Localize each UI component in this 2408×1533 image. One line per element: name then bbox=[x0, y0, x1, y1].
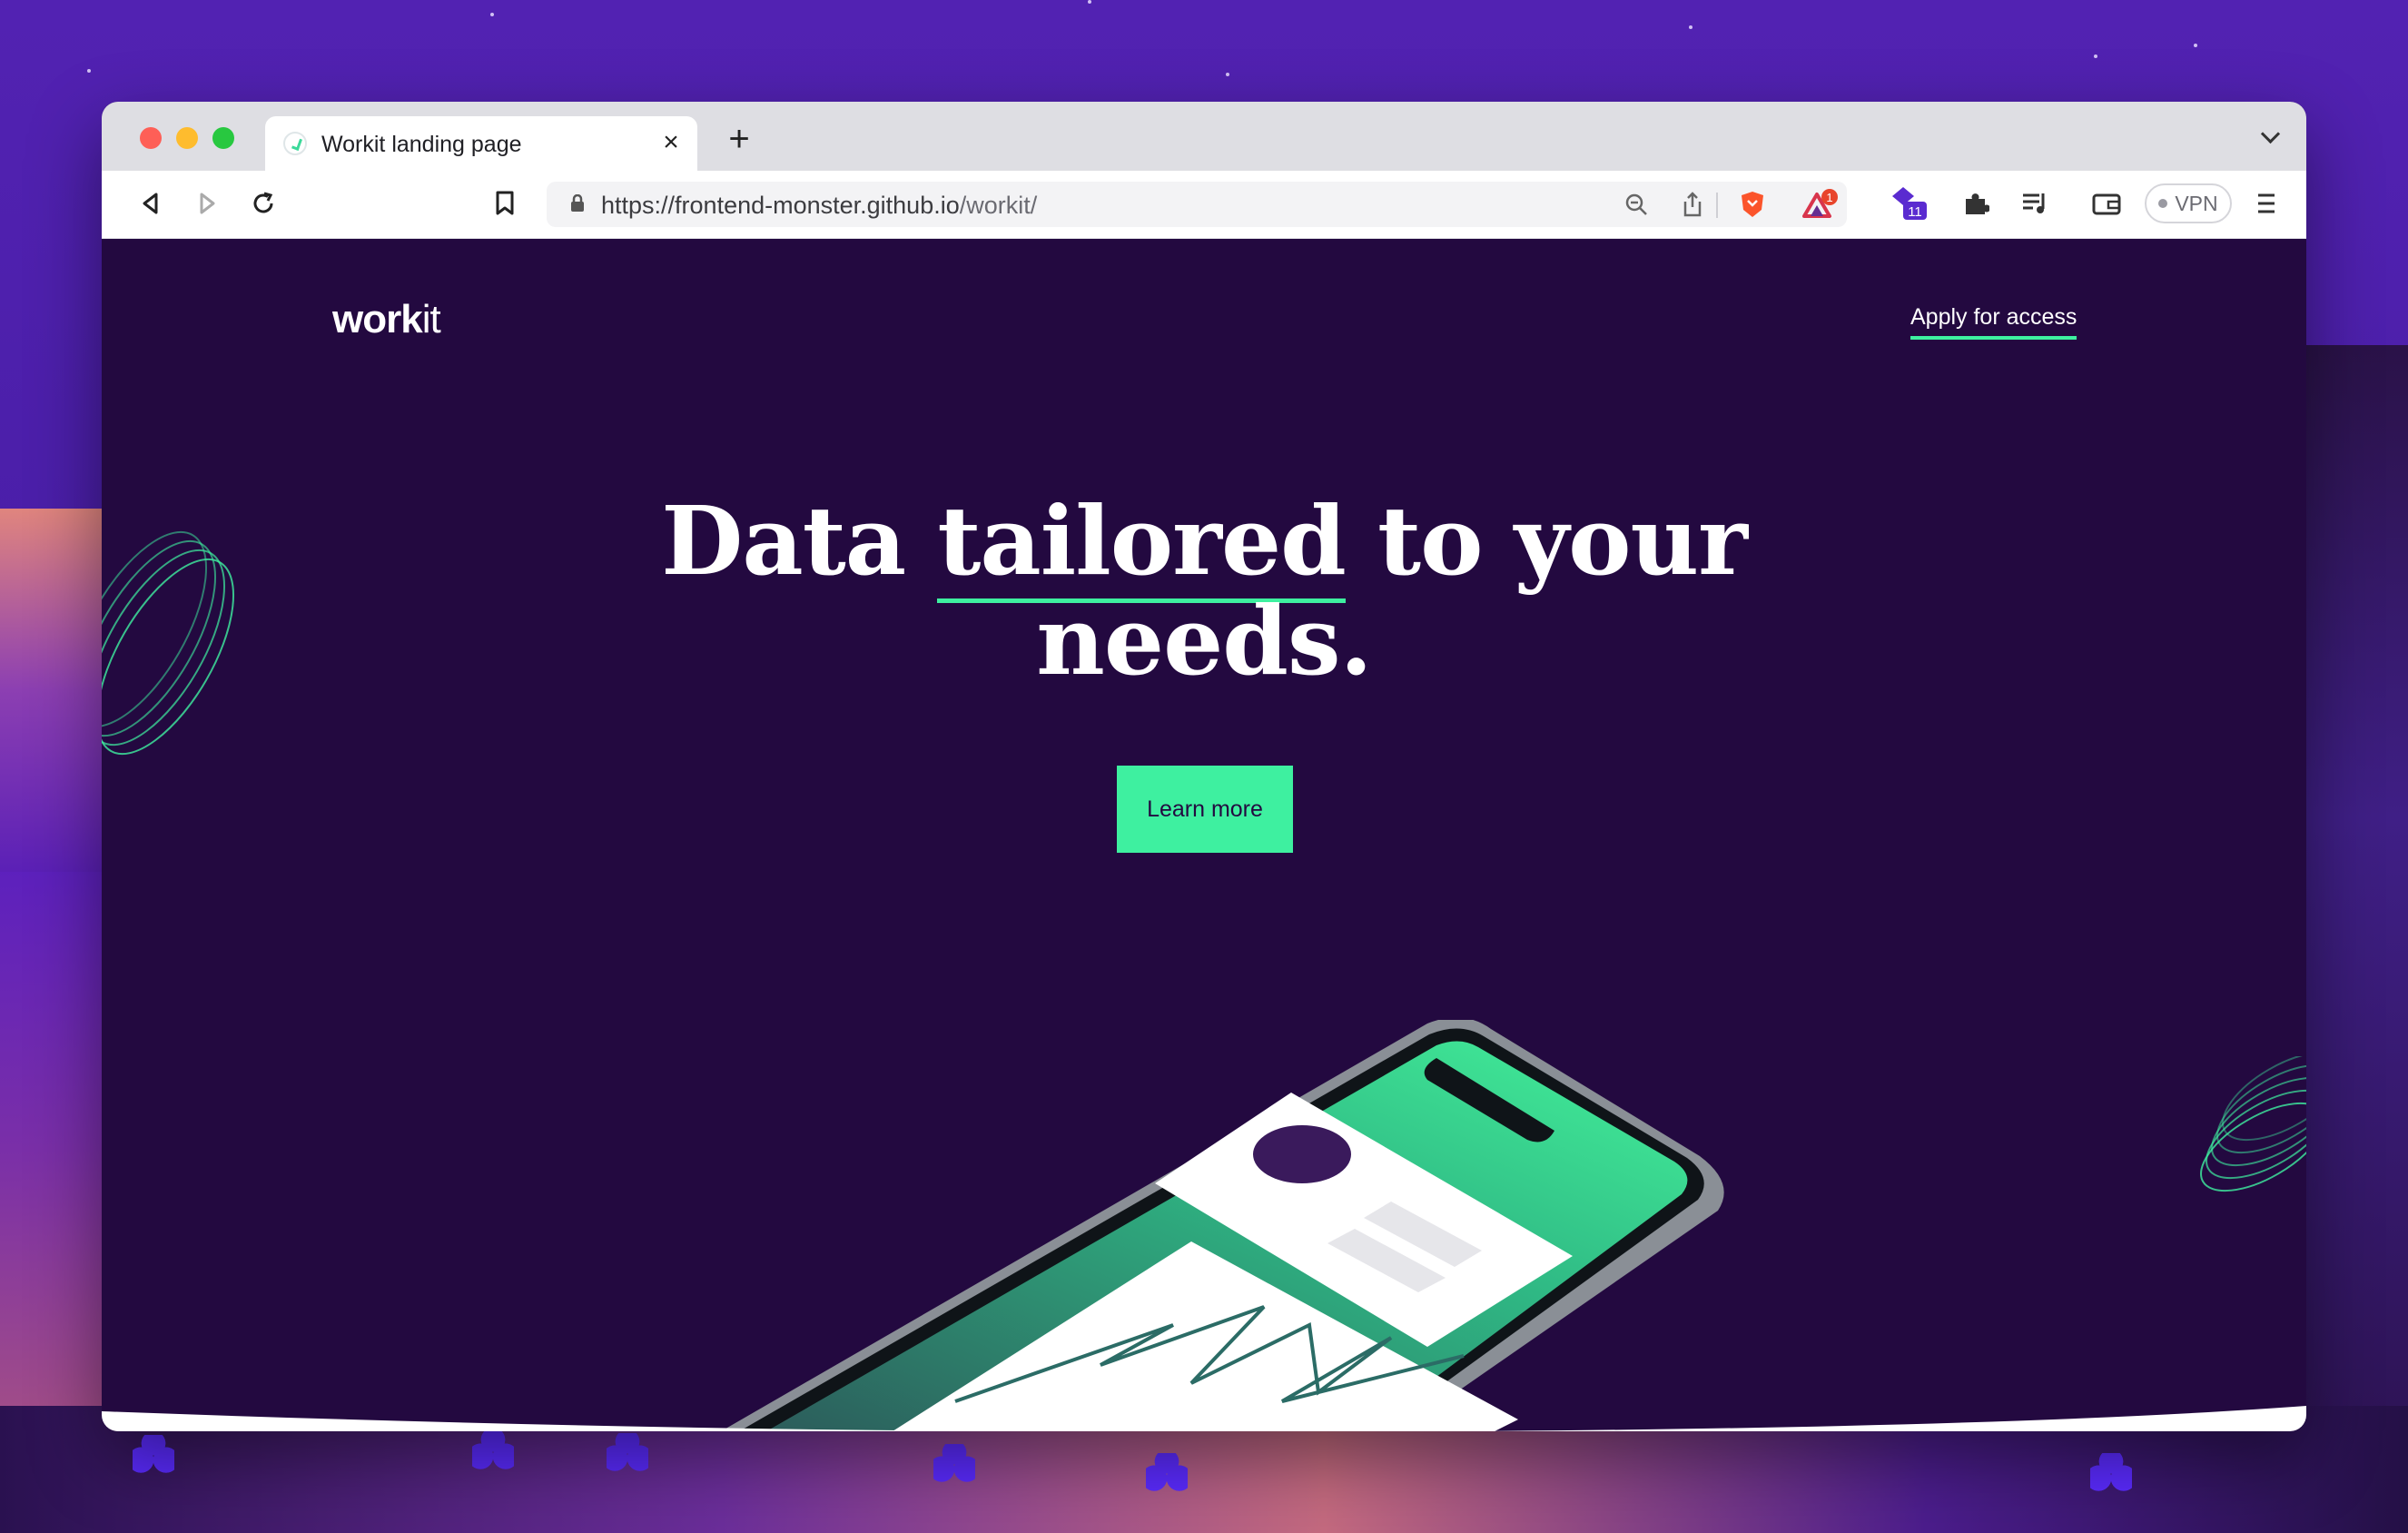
share-button[interactable] bbox=[1678, 190, 1707, 219]
vpn-status-icon bbox=[2158, 199, 2168, 208]
rewards-badge: 1 bbox=[1826, 191, 1832, 204]
wallpaper-flower bbox=[472, 1431, 514, 1473]
headline-line-1: Data tailored to your bbox=[102, 485, 2306, 603]
browser-toolbar: https://frontend-monster.github.io/worki… bbox=[102, 171, 2306, 239]
page-bottom-curve bbox=[102, 1406, 2306, 1431]
puzzle-icon bbox=[1966, 193, 1989, 214]
tab-title: Workit landing page bbox=[321, 132, 522, 157]
vpn-button[interactable]: VPN bbox=[2145, 183, 2232, 223]
menu-icon bbox=[2258, 193, 2275, 213]
zoom-out-icon bbox=[1625, 193, 1647, 215]
brave-shields-button[interactable] bbox=[1738, 190, 1767, 219]
phone-illustration bbox=[721, 1020, 1724, 1431]
brave-rewards-button[interactable]: 1 bbox=[1800, 189, 1840, 219]
wallpaper-flower bbox=[133, 1435, 174, 1477]
learn-more-button[interactable]: Learn more bbox=[1117, 766, 1293, 853]
extensions-button[interactable] bbox=[1958, 185, 1994, 222]
wallpaper-star bbox=[490, 13, 494, 16]
back-icon bbox=[143, 193, 158, 214]
bookmark-button[interactable] bbox=[487, 185, 523, 222]
wallpaper-mountain bbox=[2299, 345, 2408, 1526]
wallpaper-star bbox=[2094, 54, 2097, 58]
playlist-button[interactable] bbox=[2018, 185, 2054, 222]
extension-button[interactable]: 11 bbox=[1887, 185, 1930, 222]
wallpaper-star bbox=[1088, 0, 1091, 4]
menu-button[interactable] bbox=[2248, 185, 2285, 222]
tab-workit[interactable]: Workit landing page × bbox=[265, 116, 697, 171]
workit-logo[interactable]: workit bbox=[332, 297, 441, 342]
forward-button[interactable] bbox=[189, 185, 225, 222]
forward-icon bbox=[200, 193, 215, 214]
wallpaper-flower bbox=[2090, 1453, 2132, 1495]
minimize-window-button[interactable] bbox=[176, 127, 198, 149]
decorative-rings-right bbox=[2200, 1056, 2306, 1192]
url-base: https://frontend-monster.github.io bbox=[601, 192, 960, 219]
reload-button[interactable] bbox=[245, 185, 281, 222]
url-path: /workit/ bbox=[959, 192, 1038, 219]
address-bar[interactable]: https://frontend-monster.github.io/worki… bbox=[547, 182, 1847, 227]
wallpaper-star bbox=[1226, 73, 1229, 76]
bookmark-icon bbox=[496, 191, 514, 215]
hero-headline: Data tailored to your needs. bbox=[102, 485, 2306, 697]
web-page: workit Apply for access Data tailored to… bbox=[102, 239, 2306, 1431]
wallet-button[interactable] bbox=[2088, 185, 2125, 222]
browser-window: Workit landing page × + https://frontend… bbox=[102, 102, 2306, 1431]
new-tab-button[interactable]: + bbox=[721, 121, 757, 158]
headline-part2: to your bbox=[1345, 485, 1748, 597]
headline-part1: Data bbox=[661, 485, 938, 597]
wallpaper-star bbox=[2194, 44, 2197, 47]
extension-icon: 11 bbox=[1892, 187, 1927, 220]
tab-list-chevron-icon[interactable] bbox=[2259, 125, 2283, 149]
fullscreen-window-button[interactable] bbox=[212, 127, 234, 149]
brave-shields-icon bbox=[1742, 192, 1763, 217]
wallpaper-star bbox=[87, 69, 91, 73]
wallet-icon bbox=[2092, 193, 2121, 215]
favicon-icon bbox=[283, 132, 307, 155]
tab-strip: Workit landing page × + bbox=[102, 102, 2306, 171]
wallpaper-flower bbox=[607, 1433, 648, 1475]
headline-line-2: needs. bbox=[1036, 585, 1372, 697]
vpn-label: VPN bbox=[2175, 191, 2218, 215]
wallpaper-star bbox=[1689, 25, 1693, 29]
lock-icon bbox=[571, 194, 584, 212]
close-tab-icon[interactable]: × bbox=[656, 127, 686, 158]
close-window-button[interactable] bbox=[140, 127, 162, 149]
playlist-icon bbox=[2023, 193, 2045, 213]
url-text[interactable]: https://frontend-monster.github.io/worki… bbox=[601, 192, 1037, 220]
extension-badge: 11 bbox=[1908, 204, 1922, 220]
apply-for-access-link[interactable]: Apply for access bbox=[1910, 304, 2077, 340]
wallpaper-flower bbox=[933, 1444, 975, 1486]
share-icon bbox=[1683, 192, 1702, 217]
brave-rewards-icon: 1 bbox=[1802, 189, 1838, 218]
zoom-out-button[interactable] bbox=[1622, 190, 1651, 219]
separator bbox=[1716, 193, 1718, 218]
reload-icon bbox=[253, 192, 273, 213]
wallpaper-flower bbox=[1146, 1453, 1188, 1495]
logo-bold: work bbox=[332, 297, 423, 341]
back-button[interactable] bbox=[133, 185, 169, 222]
logo-light: it bbox=[421, 297, 441, 341]
